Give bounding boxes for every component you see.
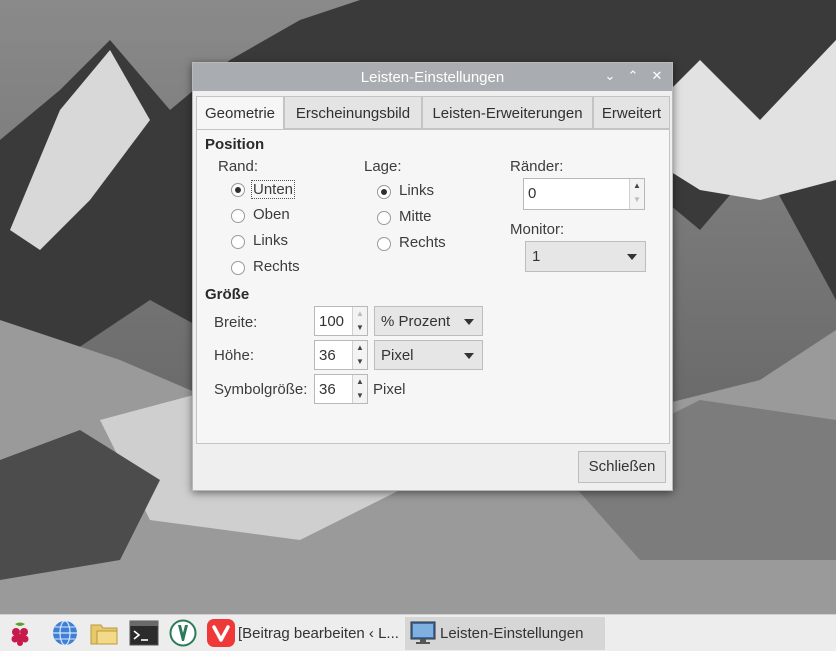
raspberry-menu-icon[interactable] <box>5 619 35 647</box>
icon-size-unit: Pixel <box>373 381 406 398</box>
height-spinbox[interactable]: 36 ▲ ▼ <box>314 340 368 370</box>
web-browser-globe-icon[interactable] <box>50 619 80 647</box>
edge-option-top[interactable]: Oben <box>253 206 290 223</box>
icon-size-spinbox[interactable]: 36 ▲ ▼ <box>314 374 368 404</box>
margins-increase-icon[interactable]: ▲ <box>630 179 644 193</box>
close-button[interactable]: Schließen <box>578 451 666 483</box>
alignment-label: Lage: <box>364 158 402 175</box>
file-manager-folder-icon[interactable] <box>89 619 119 647</box>
margins-spinbox[interactable]: 0 ▲ ▼ <box>523 178 645 210</box>
vivaldi-icon[interactable] <box>206 619 236 647</box>
geometry-panel: Position Rand: Unten Oben Links Rechts L… <box>196 129 670 444</box>
tab-geometry[interactable]: Geometrie <box>196 96 284 130</box>
icon-size-spinner: ▲ ▼ <box>352 375 367 403</box>
height-label: Höhe: <box>214 347 255 364</box>
edge-radio-left[interactable] <box>231 235 245 249</box>
alignment-option-left[interactable]: Links <box>399 182 434 199</box>
edge-option-right[interactable]: Rechts <box>253 258 300 275</box>
edge-radio-top[interactable] <box>231 209 245 223</box>
height-value: 36 <box>319 347 336 364</box>
height-decrease-icon[interactable]: ▼ <box>353 355 367 369</box>
title-bar[interactable]: Leisten-Einstellungen ⌄ ⌃ ✕ <box>193 63 672 91</box>
edge-label: Rand: <box>218 158 259 175</box>
alignment-option-center[interactable]: Mitte <box>399 208 432 225</box>
position-heading: Position <box>205 136 265 153</box>
height-increase-icon[interactable]: ▲ <box>353 341 367 355</box>
icon-size-decrease-icon[interactable]: ▼ <box>353 389 367 403</box>
width-value: 100 <box>319 313 345 330</box>
chevron-down-icon <box>464 319 474 325</box>
minimize-icon[interactable]: ⌄ <box>601 67 619 85</box>
edge-option-left[interactable]: Links <box>253 232 288 249</box>
tab-bar: Geometrie Erscheinungsbild Leisten-Erwei… <box>196 96 670 130</box>
terminal-icon[interactable] <box>129 619 159 647</box>
alignment-radio-left[interactable] <box>377 185 391 199</box>
width-label: Breite: <box>214 314 258 331</box>
taskbar-task-label: Leisten-Einstellungen <box>440 625 584 642</box>
taskbar-task-panel-settings[interactable]: Leisten-Einstellungen <box>405 617 605 650</box>
chevron-down-icon <box>627 254 637 260</box>
alignment-radio-right[interactable] <box>377 237 391 251</box>
panel-settings-dialog: Leisten-Einstellungen ⌄ ⌃ ✕ Geometrie Er… <box>192 62 673 491</box>
icon-size-label: Symbolgröße: <box>214 381 308 398</box>
width-spinner: ▲ ▼ <box>352 307 367 335</box>
edge-radio-bottom[interactable] <box>231 183 245 197</box>
alignment-radio-center[interactable] <box>377 211 391 225</box>
edge-radio-right[interactable] <box>231 261 245 275</box>
width-spinbox[interactable]: 100 ▲ ▼ <box>314 306 368 336</box>
alignment-option-right[interactable]: Rechts <box>399 234 446 251</box>
height-unit-dropdown[interactable]: Pixel <box>374 340 483 370</box>
tab-panel-plugins[interactable]: Leisten-Erweiterungen <box>422 96 593 129</box>
size-heading: Größe <box>205 286 250 303</box>
width-unit-dropdown[interactable]: % Prozent <box>374 306 483 336</box>
taskbar: [Beitrag bearbeiten ‹ L... Leisten-Einst… <box>0 614 836 651</box>
height-unit-value: Pixel <box>381 347 414 364</box>
chevron-down-icon <box>464 353 474 359</box>
close-icon[interactable]: ✕ <box>648 67 666 85</box>
width-increase-icon[interactable]: ▲ <box>353 307 367 321</box>
monitor-icon <box>410 621 436 644</box>
margins-spinner: ▲ ▼ <box>629 179 644 209</box>
margins-decrease-icon[interactable]: ▼ <box>630 193 644 207</box>
icon-size-increase-icon[interactable]: ▲ <box>353 375 367 389</box>
taskbar-task-vivaldi[interactable]: [Beitrag bearbeiten ‹ L... <box>238 617 403 650</box>
margins-label: Ränder: <box>510 158 564 175</box>
monitor-label: Monitor: <box>510 221 565 238</box>
maximize-icon[interactable]: ⌃ <box>624 67 642 85</box>
tab-advanced[interactable]: Erweitert <box>593 96 670 129</box>
monitor-dropdown[interactable]: 1 <box>525 241 646 272</box>
icon-size-value: 36 <box>319 381 336 398</box>
width-unit-value: % Prozent <box>381 313 451 330</box>
margins-value: 0 <box>528 185 537 202</box>
monitor-value: 1 <box>532 248 541 265</box>
tab-appearance[interactable]: Erscheinungsbild <box>284 96 422 129</box>
width-decrease-icon[interactable]: ▼ <box>353 321 367 335</box>
edge-option-bottom[interactable]: Unten <box>251 180 296 199</box>
vim-editor-icon[interactable] <box>168 619 198 647</box>
height-spinner: ▲ ▼ <box>352 341 367 369</box>
